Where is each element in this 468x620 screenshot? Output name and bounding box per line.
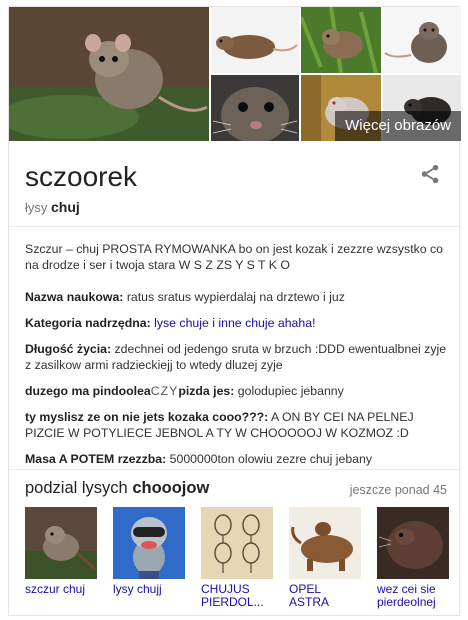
- entity-title: sczoorek: [25, 161, 138, 192]
- panel-header: sczoorek łysy chuj: [9, 141, 461, 227]
- gallery-image-5[interactable]: [211, 75, 299, 141]
- related-thumb: [289, 507, 361, 579]
- related-thumb: [25, 507, 97, 579]
- gallery-image-3[interactable]: [301, 7, 381, 73]
- related-item[interactable]: wez cei sie pierdeolnej: [377, 507, 449, 609]
- related-carousel: szczur chuj lysy chujj CHUJUS PIERDOL...…: [25, 507, 455, 612]
- gallery-image-2[interactable]: [211, 7, 299, 73]
- subtitle-bold: chuj: [51, 199, 80, 215]
- knowledge-panel: Więcej obrazów sczoorek łysy chuj Szczur…: [8, 6, 461, 616]
- divider: [9, 469, 461, 470]
- fact-scientific-name: Nazwa naukowa: ratus sratus wypierdalaj …: [25, 290, 345, 304]
- share-icon[interactable]: [419, 163, 441, 185]
- image-gallery[interactable]: Więcej obrazów: [9, 7, 461, 141]
- more-related-link[interactable]: jeszcze ponad 45: [350, 483, 447, 497]
- related-item[interactable]: szczur chuj: [25, 507, 97, 596]
- facts-list: Nazwa naukowa: ratus sratus wypierdalaj …: [25, 289, 455, 477]
- entity-subtitle: łysy chuj: [25, 199, 80, 215]
- description: Szczur – chuj PROSTA RYMOWANKA bo on jes…: [25, 242, 444, 272]
- related-thumb: [377, 507, 449, 579]
- gallery-image-4[interactable]: [383, 7, 461, 73]
- fact-question: ty myslisz ze on nie jets kozaka cooo???…: [25, 410, 414, 440]
- related-item[interactable]: CHUJUS PIERDOL...: [201, 507, 273, 609]
- related-item[interactable]: OPEL ASTRA: [289, 507, 361, 609]
- related-item[interactable]: lysy chujj: [113, 507, 185, 596]
- related-caption: wez cei sie pierdeolnej: [377, 582, 436, 609]
- related-thumb: [113, 507, 185, 579]
- more-images-button[interactable]: Więcej obrazów: [335, 111, 461, 141]
- related-caption: szczur chuj: [25, 582, 86, 596]
- fact-category: Kategoria nadrzędna: lyse chuje i inne c…: [25, 316, 316, 330]
- fact-mass: Masa A POTEM rzezzba: 5000000ton olowiu …: [25, 452, 372, 466]
- related-section-title: podzial lysych chooojow: [25, 479, 210, 497]
- related-thumb: [201, 507, 273, 579]
- fact-lifespan: Długość życia: zdechnei od jedengo sruta…: [25, 342, 447, 372]
- related-caption: CHUJUS PIERDOL...: [201, 582, 264, 609]
- related-caption: OPEL ASTRA: [289, 582, 330, 609]
- related-caption: lysy chujj: [113, 582, 162, 596]
- fact-size: duzego ma pindooleaCZYpizda jes: golodup…: [25, 384, 344, 398]
- subtitle-prefix: łysy: [25, 200, 48, 215]
- gallery-image-1[interactable]: [9, 7, 209, 141]
